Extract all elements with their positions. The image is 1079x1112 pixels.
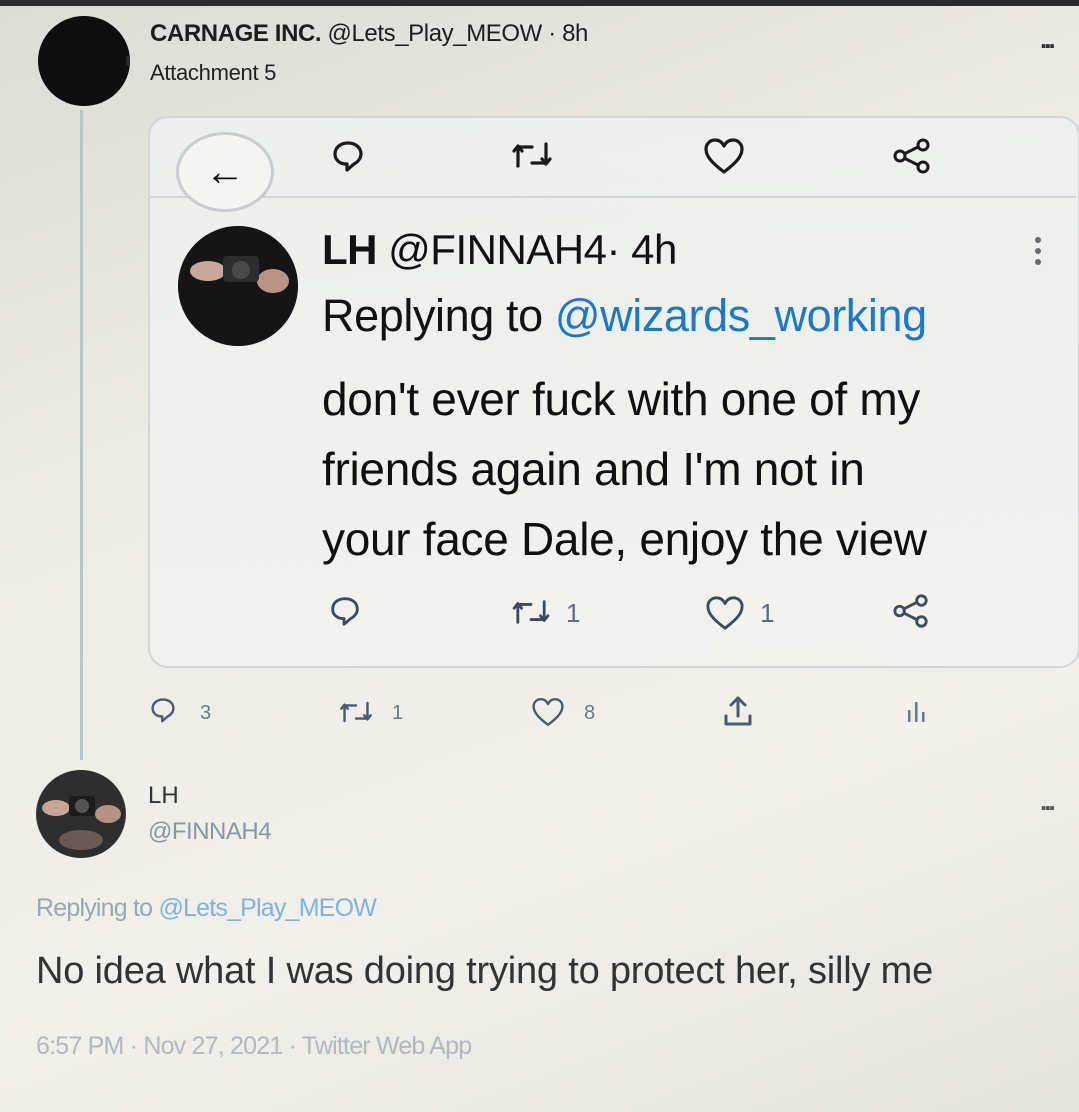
handle[interactable]: @FINNAH4 bbox=[388, 226, 607, 273]
retweet-icon[interactable] bbox=[338, 698, 374, 726]
reply-icon[interactable] bbox=[326, 592, 364, 630]
divider bbox=[150, 196, 1076, 198]
mention-link[interactable]: @wizards_working bbox=[555, 290, 927, 341]
tweet-text: Attachment 5 bbox=[150, 60, 277, 85]
replying-to: Replying to @wizards_working bbox=[322, 290, 927, 342]
display-name[interactable]: CARNAGE INC. bbox=[150, 20, 322, 47]
handle[interactable]: @FINNAH4 bbox=[148, 818, 272, 846]
display-name[interactable]: LH bbox=[148, 782, 179, 810]
analytics-icon[interactable] bbox=[906, 700, 928, 724]
upload-icon[interactable] bbox=[722, 694, 754, 728]
thread-line bbox=[80, 110, 83, 760]
more-icon[interactable]: ... bbox=[1040, 786, 1056, 817]
replying-to: Replying to @Lets_Play_MEOW bbox=[36, 894, 377, 923]
share-icon[interactable] bbox=[890, 592, 932, 630]
reply-icon[interactable] bbox=[146, 694, 180, 726]
more-icon[interactable]: ... bbox=[1040, 24, 1056, 55]
tweet-text: No idea what I was doing trying to prote… bbox=[36, 950, 934, 992]
handle[interactable]: @Lets_Play_MEOW bbox=[328, 20, 543, 47]
share-icon[interactable] bbox=[890, 136, 934, 176]
timestamp[interactable]: · 4h bbox=[607, 226, 678, 273]
like-count: 1 bbox=[760, 598, 775, 628]
back-button[interactable]: ← bbox=[176, 132, 274, 212]
tweet-text-line: don't ever fuck with one of my bbox=[322, 373, 921, 425]
retweet-icon[interactable] bbox=[510, 596, 552, 628]
avatar[interactable] bbox=[38, 16, 130, 106]
tweet-text-line: friends again and I'm not in bbox=[322, 443, 865, 495]
reply-icon[interactable] bbox=[328, 136, 368, 176]
tweet-meta[interactable]: 6:57 PM · Nov 27, 2021 · Twitter Web App bbox=[36, 1032, 472, 1061]
replying-prefix: Replying to bbox=[322, 290, 543, 341]
avatar[interactable] bbox=[36, 770, 126, 858]
retweet-count: 1 bbox=[392, 702, 404, 724]
reply-count: 3 bbox=[200, 702, 212, 724]
back-arrow-icon: ← bbox=[205, 150, 245, 194]
like-count: 8 bbox=[584, 702, 596, 724]
mention-link[interactable]: @Lets_Play_MEOW bbox=[158, 894, 376, 922]
display-name[interactable]: LH bbox=[322, 226, 378, 273]
tweet-text: don't ever fuck with one of my friends a… bbox=[322, 364, 1062, 574]
avatar[interactable] bbox=[178, 226, 298, 346]
retweet-icon[interactable] bbox=[510, 138, 554, 172]
timestamp[interactable]: · 8h bbox=[548, 20, 588, 47]
retweet-count: 1 bbox=[566, 598, 581, 628]
top-edge bbox=[0, 0, 1079, 6]
more-icon[interactable] bbox=[1028, 232, 1048, 272]
tweet-author[interactable]: LH @FINNAH4· 4h bbox=[322, 226, 677, 274]
tweet-text-line: your face Dale, enjoy the view bbox=[322, 513, 927, 565]
replying-prefix: Replying to bbox=[36, 894, 153, 922]
like-icon[interactable] bbox=[702, 136, 746, 176]
like-icon[interactable] bbox=[530, 696, 566, 728]
like-icon[interactable] bbox=[704, 594, 746, 632]
tweet-author[interactable]: CARNAGE INC. @Lets_Play_MEOW · 8h bbox=[150, 20, 588, 48]
